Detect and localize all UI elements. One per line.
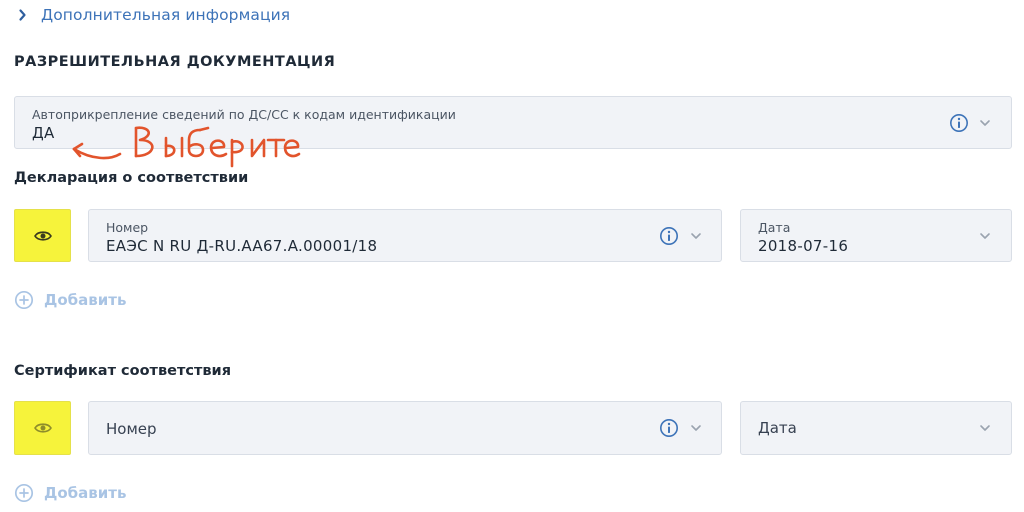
certificate-date-field[interactable]: Дата	[740, 401, 1012, 455]
certificate-add-button[interactable]: Добавить	[14, 482, 126, 504]
declaration-add-label: Добавить	[44, 291, 127, 309]
declaration-date-label: Дата	[758, 220, 791, 235]
chevron-down-icon[interactable]	[978, 229, 992, 243]
certificate-number-select[interactable]: Номер	[88, 401, 722, 455]
select-callout-annotation	[72, 126, 301, 168]
declaration-number-value: ЕАЭС N RU Д-RU.AA67.A.00001/18	[106, 237, 378, 255]
chevron-down-icon[interactable]	[689, 229, 703, 243]
certificate-preview-button[interactable]	[14, 401, 71, 455]
chevron-down-icon[interactable]	[978, 421, 992, 435]
plus-circle-icon	[14, 290, 34, 310]
additional-info-label: Дополнительная информация	[41, 6, 291, 24]
declaration-date-value: 2018-07-16	[758, 237, 849, 255]
auto-attach-value: ДА	[32, 124, 55, 142]
certificate-title: Сертификат соответствия	[14, 363, 232, 379]
declaration-add-button[interactable]: Добавить	[14, 289, 126, 311]
chevron-down-icon[interactable]	[978, 116, 992, 130]
declaration-number-label: Номер	[106, 220, 149, 235]
eye-icon	[33, 423, 52, 433]
declaration-preview-button[interactable]	[14, 209, 71, 262]
chevron-down-icon[interactable]	[689, 421, 703, 435]
certificate-number-placeholder: Номер	[106, 420, 157, 438]
info-icon[interactable]	[659, 418, 679, 438]
additional-info-toggle[interactable]: Дополнительная информация	[14, 4, 290, 26]
eye-icon	[33, 230, 52, 241]
certificate-date-placeholder: Дата	[758, 419, 797, 437]
info-icon[interactable]	[949, 113, 969, 133]
info-icon[interactable]	[659, 226, 679, 246]
declaration-title: Декларация о соответствии	[14, 170, 249, 186]
certificate-add-label: Добавить	[44, 484, 127, 502]
plus-circle-icon	[14, 483, 34, 503]
declaration-number-select[interactable]: Номер ЕАЭС N RU Д-RU.AA67.A.00001/18	[88, 209, 722, 262]
chevron-right-icon	[19, 9, 26, 21]
section-title: РАЗРЕШИТЕЛЬНАЯ ДОКУМЕНТАЦИЯ	[14, 54, 336, 70]
declaration-date-field[interactable]: Дата 2018-07-16	[740, 209, 1012, 262]
